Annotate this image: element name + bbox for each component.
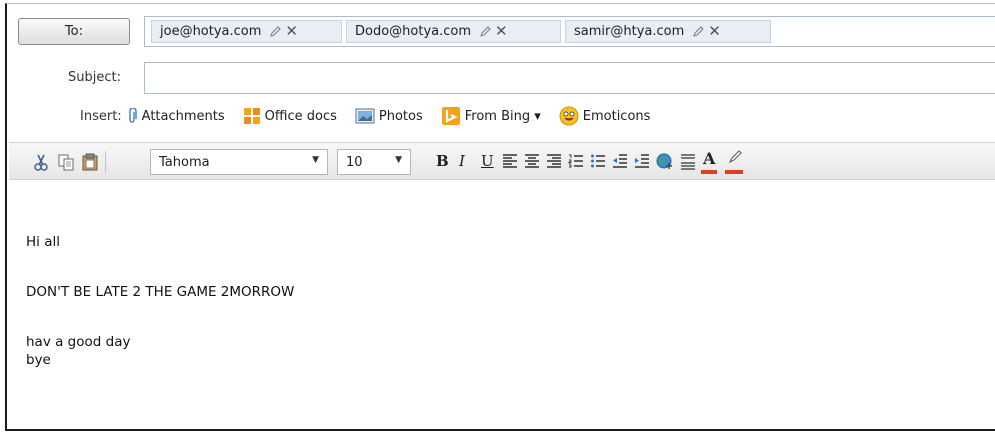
emoticons-label: Emoticons (582, 108, 651, 124)
emoticons-button[interactable]: Emoticons (559, 106, 651, 126)
bulleted-list-icon[interactable] (590, 153, 606, 169)
body-line[interactable]: bye (26, 352, 51, 368)
font-color-button[interactable]: A (703, 149, 715, 168)
recipient-email: joe@hotya.com (160, 24, 262, 39)
font-size-select[interactable]: 10 ▼ (337, 149, 411, 175)
attachments-button[interactable]: Attachments (128, 108, 225, 124)
align-right-icon[interactable] (546, 153, 562, 169)
copy-icon[interactable] (57, 153, 75, 171)
subject-input[interactable] (144, 62, 995, 94)
chevron-down-icon: ▼ (395, 155, 402, 165)
edit-pencil-icon[interactable] (269, 25, 282, 38)
to-button-label: To: (64, 24, 84, 39)
decrease-indent-icon[interactable] (612, 153, 628, 169)
photos-icon (355, 108, 375, 124)
remove-recipient-icon[interactable]: ✕ (285, 24, 298, 39)
body-line[interactable]: Hi all (26, 234, 60, 250)
body-line[interactable]: DON'T BE LATE 2 THE GAME 2MORROW (26, 284, 294, 300)
font-color-bar (701, 170, 717, 174)
font-family-select[interactable]: Tahoma ▼ (150, 149, 328, 175)
to-button[interactable]: To: (18, 18, 130, 45)
paragraph-format-icon[interactable] (680, 153, 696, 171)
font-size-value: 10 (346, 154, 363, 170)
office-docs-label: Office docs (264, 108, 337, 124)
recipient-chip[interactable]: samir@htya.com ✕ (565, 20, 771, 43)
align-left-icon[interactable] (502, 153, 518, 169)
emoticon-icon (559, 106, 579, 126)
recipient-chip[interactable]: Dodo@hotya.com ✕ (346, 20, 561, 43)
highlight-icon[interactable] (727, 149, 743, 166)
edit-pencil-icon[interactable] (479, 25, 492, 38)
from-bing-button[interactable]: From Bing ▾ (441, 106, 541, 126)
to-field[interactable]: joe@hotya.com ✕ Dodo@hotya.com ✕ samir@h… (144, 16, 995, 47)
bing-icon (441, 107, 460, 125)
numbered-list-icon[interactable] (568, 153, 584, 169)
recipient-email: Dodo@hotya.com (355, 24, 472, 39)
attachments-label: Attachments (141, 108, 225, 124)
body-line[interactable]: hav a good day (26, 334, 130, 350)
highlight-bar (725, 170, 743, 174)
underline-button[interactable]: U (481, 152, 494, 170)
insert-link-icon[interactable] (656, 153, 674, 171)
photos-label: Photos (378, 108, 423, 124)
chevron-down-icon: ▼ (312, 155, 319, 165)
subject-label: Subject: (68, 70, 121, 85)
from-bing-label: From Bing ▾ (464, 108, 541, 124)
office-docs-icon (243, 108, 260, 124)
recipient-email: samir@htya.com (574, 24, 685, 39)
insert-row: Insert: Attachments Office docs Photos F… (80, 104, 668, 128)
italic-button[interactable]: I (459, 152, 465, 170)
bold-button[interactable]: B (436, 152, 449, 170)
remove-recipient-icon[interactable]: ✕ (708, 24, 721, 39)
align-center-icon[interactable] (524, 153, 540, 169)
toolbar-separator (105, 151, 106, 173)
formatting-toolbar: Tahoma ▼ 10 ▼ B I U A (9, 142, 995, 180)
font-family-value: Tahoma (159, 154, 210, 170)
font-color-label: A (703, 149, 716, 168)
photos-button[interactable]: Photos (355, 108, 423, 124)
cut-icon[interactable] (33, 153, 49, 171)
office-docs-button[interactable]: Office docs (243, 107, 337, 125)
increase-indent-icon[interactable] (634, 153, 650, 169)
edit-pencil-icon[interactable] (692, 25, 705, 38)
paperclip-icon (129, 108, 137, 123)
insert-label: Insert: (80, 108, 122, 124)
paste-icon[interactable] (81, 153, 99, 171)
remove-recipient-icon[interactable]: ✕ (495, 24, 508, 39)
recipient-chip[interactable]: joe@hotya.com ✕ (151, 20, 342, 43)
